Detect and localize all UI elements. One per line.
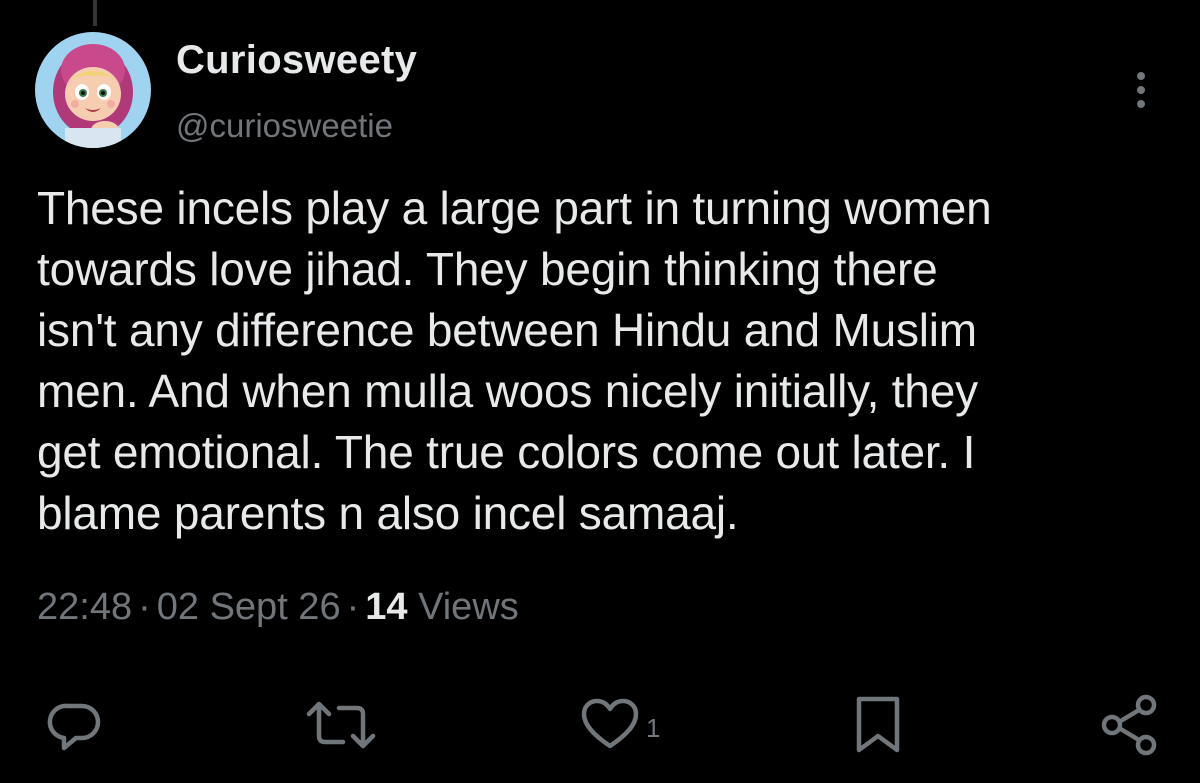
tweet-date: 02 Sept 26: [156, 586, 341, 628]
more-options-button[interactable]: [1124, 68, 1158, 116]
retweet-button[interactable]: [305, 690, 377, 760]
more-vertical-icon: [1137, 72, 1145, 108]
reply-button[interactable]: [46, 690, 104, 760]
share-icon: [1101, 694, 1157, 756]
like-button[interactable]: 1: [580, 690, 660, 760]
action-bar: 1: [0, 690, 1200, 760]
tweet-meta: 22:48 · 02 Sept 26 · 14 Views: [37, 586, 519, 629]
author-handle[interactable]: @curiosweetie: [176, 107, 393, 145]
retweet-icon: [306, 701, 376, 749]
bookmark-button[interactable]: [852, 690, 904, 760]
heart-icon: [581, 698, 639, 749]
like-count: 1: [646, 712, 661, 743]
views-label[interactable]: Views: [418, 586, 519, 628]
reply-icon: [47, 703, 101, 751]
thread-connector-line: [93, 0, 97, 26]
bookmark-icon: [856, 696, 900, 753]
tweet-time: 22:48: [37, 586, 133, 628]
share-button[interactable]: [1098, 690, 1162, 760]
views-count: 14: [365, 586, 408, 628]
author-display-name[interactable]: Curiosweety: [176, 38, 417, 83]
tweet-text: These incels play a large part in turnin…: [37, 182, 992, 539]
avatar[interactable]: [35, 32, 151, 148]
cartoon-girl-avatar-icon: [35, 32, 151, 148]
meta-separator: ·: [346, 586, 360, 628]
meta-separator: ·: [138, 586, 151, 628]
